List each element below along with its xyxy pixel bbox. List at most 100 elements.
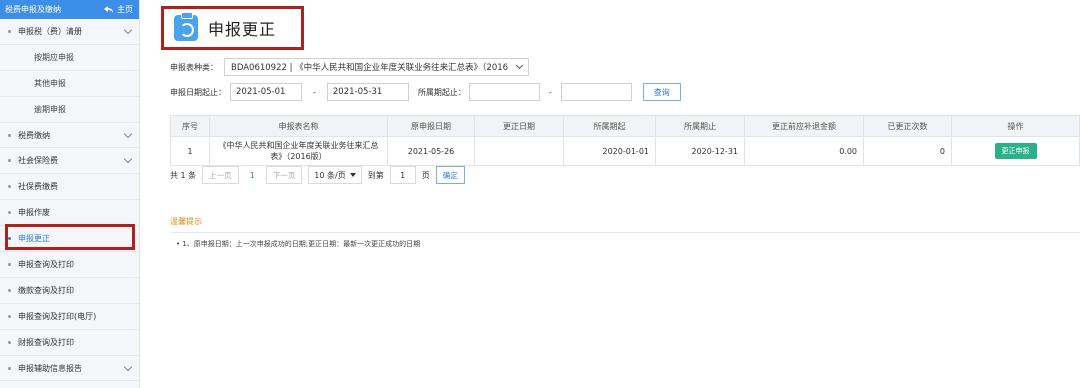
next-page-button[interactable]: 下一页 <box>265 166 303 184</box>
table-cell-fix-date <box>474 136 564 166</box>
column-header: 更正日期 <box>474 115 564 137</box>
sidebar-item[interactable]: 税费缴纳 <box>0 123 139 149</box>
chevron-down-icon <box>123 129 133 138</box>
table-cell-action: 更正申报 <box>951 136 1080 166</box>
sidebar-item-label: 社会保险费 <box>18 156 58 166</box>
page-title-box: 申报更正 <box>161 6 304 50</box>
tips-text: • 1、原申报日期：上一次申报成功的日期;更正日期：最新一次更正成功的日期 <box>176 240 421 248</box>
clipboard-refresh-icon <box>174 12 198 41</box>
home-label: 主页 <box>117 5 133 14</box>
bullet-icon <box>8 211 11 215</box>
sidebar-item[interactable]: 逾期申报 <box>0 97 139 123</box>
bullet-icon <box>8 262 11 266</box>
bullet-icon <box>8 133 11 137</box>
sidebar-item-label: 按期应申报 <box>34 52 74 62</box>
sidebar-item-label: 申报查询及打印(电厅) <box>18 311 97 321</box>
period-to-input[interactable] <box>560 83 632 101</box>
sidebar-item[interactable]: 申报查询及打印(电厅) <box>0 304 139 330</box>
sidebar-item-label: 财报查询及打印 <box>18 337 74 347</box>
bullet-icon <box>8 340 11 344</box>
filter-row-dates: 申报日期起止： 2021-05-01 - 2021-05-31 所属期起止： -… <box>170 83 681 101</box>
sidebar-item-label: 申报作废 <box>18 208 50 218</box>
bullet-icon <box>8 366 11 370</box>
chevron-down-icon <box>515 61 524 70</box>
column-header: 原申报日期 <box>387 115 475 137</box>
date-label: 申报日期起止： <box>170 87 226 97</box>
period-separator: - <box>548 87 552 97</box>
filter-row-type: 申报表种类： BDA0610922 | 《中华人民共和国企业年度关联业务往来汇总… <box>170 58 529 76</box>
sidebar-item[interactable]: 申报作废 <box>0 200 139 227</box>
date-from-input[interactable]: 2021-05-01 <box>230 83 302 101</box>
table-header-row: 序号 申报表名称 原申报日期 更正日期 所属期起 所属期止 更正前应补退金额 已更正次数 操作 <box>170 115 1080 137</box>
sidebar-item-label: 税费缴纳 <box>18 130 50 140</box>
tips-divider <box>171 232 1080 233</box>
results-table: 序号 申报表名称 原申报日期 更正日期 所属期起 所属期止 更正前应补退金额 已更正次数 操作 … <box>170 115 1080 166</box>
query-button[interactable]: 查询 <box>642 83 681 101</box>
table-cell-count: 0 <box>863 136 952 166</box>
sidebar-item[interactable]: 社会保险费 <box>0 148 139 175</box>
column-header: 操作 <box>951 115 1080 137</box>
page-size-value: 10 条/页 <box>314 170 346 180</box>
chevron-down-icon <box>123 25 133 35</box>
sidebar-item[interactable]: 社保费缴费 <box>0 174 139 201</box>
table-row: 1 《中华人民共和国企业年度关联业务往来汇总表》（2016版） 2021-05-26… <box>170 136 1080 166</box>
page-size-select[interactable]: 10 条/页 <box>308 166 362 184</box>
bullet-icon <box>8 185 11 189</box>
sidebar-item[interactable]: 按期应申报 <box>0 45 139 71</box>
sidebar-title: 税费申报及缴纳 <box>5 5 61 14</box>
period-from-input[interactable] <box>468 83 540 101</box>
goto-suffix: 页 <box>421 170 430 180</box>
table-cell-orig-date: 2021-05-26 <box>387 136 475 166</box>
type-label: 申报表种类： <box>170 62 218 72</box>
chevron-down-icon <box>123 362 133 371</box>
sidebar-item[interactable]: 申报税（费）清册 <box>0 19 139 45</box>
date-to-input[interactable]: 2021-05-31 <box>326 83 409 101</box>
sidebar-item[interactable]: 缴款查询及打印 <box>0 278 139 304</box>
sidebar-item-label: 社保费缴费 <box>18 182 58 192</box>
sidebar-header: 税费申报及缴纳 主页 <box>0 0 139 19</box>
pagination: 共 1 条 上一页 1 下一页 10 条/页 到第 1 页 确定 <box>170 166 465 184</box>
sidebar: 税费申报及缴纳 主页 申报税（费）清册按期应申报其他申报逾期申报税费缴纳社会保险… <box>0 0 140 388</box>
total-count: 共 1 条 <box>170 170 197 180</box>
goto-confirm-button[interactable]: 确定 <box>435 166 465 184</box>
column-header: 更正前应补退金额 <box>744 115 864 137</box>
active-item-highlight <box>5 224 135 250</box>
sidebar-item-label: 其他申报 <box>34 78 66 88</box>
table-body: 1 《中华人民共和国企业年度关联业务往来汇总表》（2016版） 2021-05-26… <box>170 136 1080 166</box>
table-cell-amount: 0.00 <box>744 136 864 166</box>
column-header: 所属期起 <box>563 115 656 137</box>
bullet-icon <box>8 288 11 292</box>
bullet-icon <box>8 159 11 163</box>
goto-prefix: 到第 <box>367 170 384 180</box>
sidebar-item-label: 缴款查询及打印 <box>18 285 74 295</box>
goto-page-input[interactable]: 1 <box>389 166 416 184</box>
sidebar-item-label: 申报税（费）清册 <box>18 26 82 36</box>
sidebar-item-label: 逾期申报 <box>34 104 66 114</box>
caret-down-icon <box>349 173 356 177</box>
table-cell-period-from: 2020-01-01 <box>563 136 656 166</box>
sidebar-item[interactable]: 财报查询及打印 <box>0 330 139 356</box>
prev-page-button[interactable]: 上一页 <box>202 166 239 184</box>
page-title: 申报更正 <box>208 20 277 39</box>
current-page[interactable]: 1 <box>245 171 260 180</box>
table-cell-index: 1 <box>170 136 210 166</box>
column-header: 所属期止 <box>655 115 745 137</box>
table-cell-period-to: 2020-12-31 <box>655 136 745 166</box>
back-arrow-icon <box>104 5 113 13</box>
sidebar-item[interactable]: 申报查询及打印 <box>0 252 139 278</box>
column-header: 序号 <box>170 115 210 137</box>
home-link[interactable]: 主页 <box>104 4 133 15</box>
period-label: 所属期起止： <box>417 87 466 97</box>
sidebar-item-label: 申报辅助信息报告 <box>18 363 82 373</box>
correct-declaration-button[interactable]: 更正申报 <box>994 143 1037 159</box>
column-header: 已更正次数 <box>863 115 952 137</box>
report-type-select[interactable]: BDA0610922 | 《中华人民共和国企业年度关联业务往来汇总表》（2016 <box>224 58 529 76</box>
sidebar-menu: 申报税（费）清册按期应申报其他申报逾期申报税费缴纳社会保险费社保费缴费申报作废申… <box>0 19 139 382</box>
column-header: 申报表名称 <box>209 115 388 137</box>
tips-title: 温馨提示 <box>170 217 202 226</box>
sidebar-item[interactable]: 申报辅助信息报告 <box>0 356 139 382</box>
bullet-icon <box>8 314 11 318</box>
sidebar-item[interactable]: 其他申报 <box>0 71 139 97</box>
date-separator: - <box>313 87 316 97</box>
bullet-icon <box>8 29 11 33</box>
